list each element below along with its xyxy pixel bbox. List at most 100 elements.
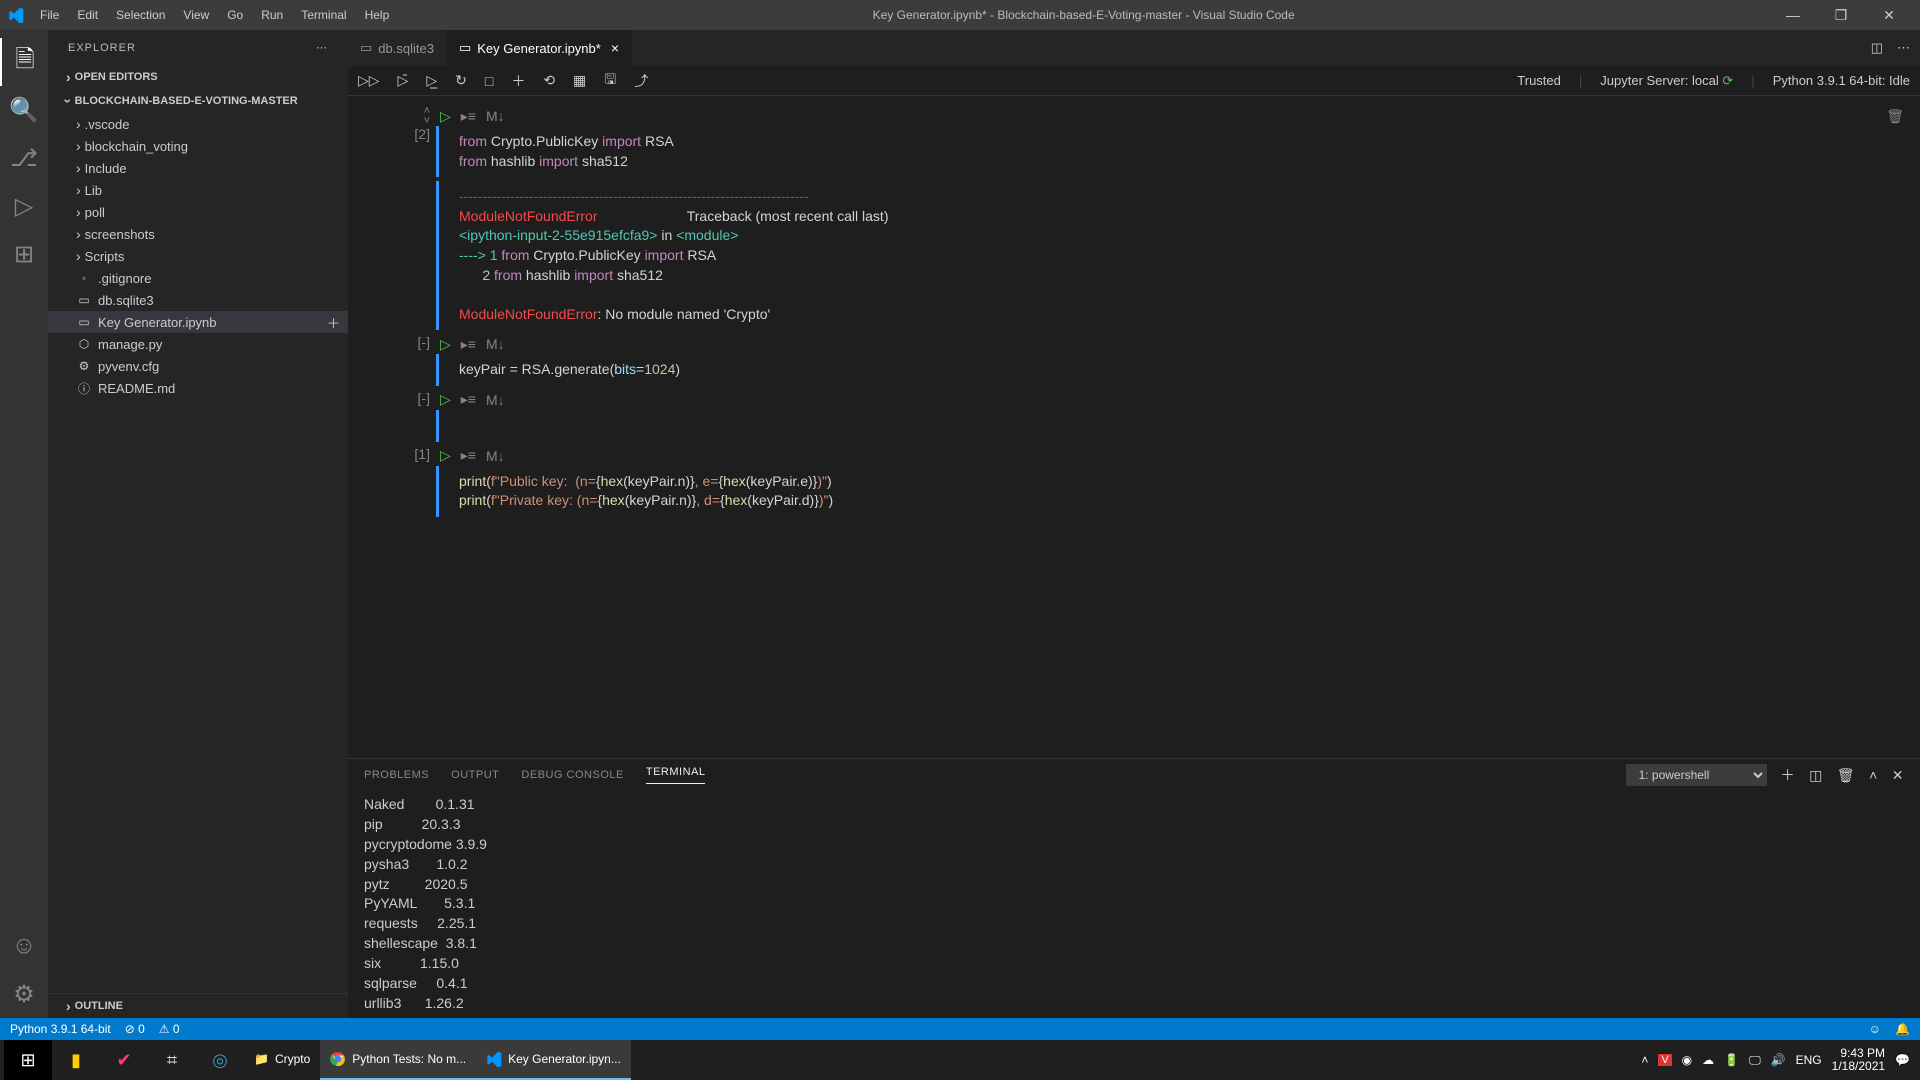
maximize-panel-icon[interactable]: ˄	[1869, 767, 1878, 783]
close-icon[interactable]: ×	[611, 40, 619, 56]
run-cell-icon[interactable]: ▷	[440, 336, 451, 353]
file-item[interactable]: ⚙pyvenv.cfg	[48, 355, 348, 377]
markdown-icon[interactable]: M↓	[486, 392, 505, 408]
activity-debug-icon[interactable]: ▷	[0, 182, 48, 230]
file-item[interactable]: ▭Key Generator.ipynb＋	[48, 311, 348, 333]
folder-item[interactable]: .vscode	[48, 113, 348, 135]
tray-cloud-icon[interactable]: ☁	[1702, 1053, 1714, 1067]
jupyter-server-label[interactable]: Jupyter Server: local ⟳	[1600, 73, 1733, 89]
menu-file[interactable]: File	[32, 4, 67, 26]
clear-outputs-icon[interactable]: ⟲	[543, 72, 555, 89]
variables-icon[interactable]: ▦	[573, 72, 586, 89]
panel-tab-debug[interactable]: DEBUG CONSOLE	[521, 769, 623, 781]
kernel-label[interactable]: Python 3.9.1 64-bit: Idle	[1773, 73, 1910, 88]
menu-go[interactable]: Go	[219, 4, 251, 26]
panel-tab-problems[interactable]: PROBLEMS	[364, 769, 429, 781]
panel-tab-output[interactable]: OUTPUT	[451, 769, 499, 781]
export-icon[interactable]: ⤴	[634, 71, 648, 91]
status-python[interactable]: Python 3.9.1 64-bit	[10, 1022, 111, 1036]
activity-explorer-icon[interactable]: 🗎	[0, 38, 48, 86]
restart-icon[interactable]: ↻	[455, 72, 467, 89]
close-window-button[interactable]: ✕	[1866, 7, 1912, 24]
taskbar-app-crypto[interactable]: 📁 Crypto	[244, 1040, 320, 1080]
tray-lang[interactable]: ENG	[1796, 1053, 1822, 1067]
tray-chevron-icon[interactable]: ˄	[1641, 1053, 1648, 1067]
taskbar-app-vscode[interactable]: Key Generator.ipyn...	[476, 1040, 631, 1080]
menu-view[interactable]: View	[175, 4, 217, 26]
delete-cell-icon[interactable]: 🗑	[1886, 108, 1904, 125]
add-cell-icon[interactable]: ＋	[511, 71, 525, 91]
activity-search-icon[interactable]: 🔍	[0, 86, 48, 134]
section-project[interactable]: BLOCKCHAIN-BASED-E-VOTING-MASTER	[48, 89, 348, 113]
tray-network-icon[interactable]: 🖵	[1749, 1053, 1761, 1068]
folder-item[interactable]: Lib	[48, 179, 348, 201]
taskbar-app-icon[interactable]: ⌗	[148, 1040, 196, 1080]
terminal-output[interactable]: Naked 0.1.31 pip 20.3.3 pycryptodome 3.9…	[348, 791, 1920, 1018]
add-cell-icon[interactable]: ＋	[327, 313, 340, 332]
trusted-label[interactable]: Trusted	[1517, 73, 1561, 88]
status-warnings[interactable]: ⚠ 0	[159, 1022, 180, 1036]
file-item[interactable]: ▭db.sqlite3	[48, 289, 348, 311]
maximize-button[interactable]: ❐	[1818, 7, 1864, 24]
menu-run[interactable]: Run	[253, 4, 291, 26]
new-terminal-icon[interactable]: ＋	[1781, 765, 1796, 785]
menu-help[interactable]: Help	[357, 4, 398, 26]
tray-notifications-icon[interactable]: 💬	[1895, 1053, 1910, 1067]
run-cell-icon[interactable]: ▷	[440, 108, 451, 125]
run-above-icon[interactable]: ▷̄	[398, 72, 409, 89]
folder-item[interactable]: screenshots	[48, 223, 348, 245]
section-outline[interactable]: OUTLINE	[48, 994, 348, 1018]
folder-item[interactable]: poll	[48, 201, 348, 223]
markdown-icon[interactable]: M↓	[486, 448, 505, 464]
interrupt-icon[interactable]: □	[485, 73, 493, 89]
folder-item[interactable]: Include	[48, 157, 348, 179]
file-item[interactable]: ⓘREADME.md	[48, 377, 348, 399]
close-panel-icon[interactable]: ✕	[1892, 767, 1904, 784]
taskbar-app-chrome[interactable]: Python Tests: No m...	[320, 1040, 476, 1080]
taskbar-explorer-icon[interactable]: ▮	[52, 1040, 100, 1080]
sidebar-more-icon[interactable]: ⋯	[316, 41, 328, 54]
more-actions-icon[interactable]: ⋯	[1897, 40, 1910, 56]
panel-tab-terminal[interactable]: TERMINAL	[646, 766, 706, 784]
split-terminal-icon[interactable]: ◫	[1809, 767, 1823, 784]
folder-item[interactable]: blockchain_voting	[48, 135, 348, 157]
save-icon[interactable]: 🖫	[604, 69, 616, 93]
menu-terminal[interactable]: Terminal	[293, 4, 354, 26]
file-item[interactable]: ⬡manage.py	[48, 333, 348, 355]
code-area[interactable]: print(f"Public key: (n={hex(keyPair.n)},…	[436, 466, 1912, 517]
tab-key-generator[interactable]: ▭ Key Generator.ipynb* ×	[447, 30, 632, 66]
code-area[interactable]: from Crypto.PublicKey import RSA from ha…	[436, 126, 1912, 177]
kill-terminal-icon[interactable]: 🗑	[1837, 767, 1855, 784]
split-editor-icon[interactable]: ◫	[1871, 40, 1883, 56]
folder-item[interactable]: Scripts	[48, 245, 348, 267]
run-by-line-icon[interactable]: ▸≡	[461, 391, 476, 408]
status-errors[interactable]: ⊘ 0	[125, 1022, 145, 1036]
activity-account-icon[interactable]: ☺	[0, 922, 48, 970]
menu-selection[interactable]: Selection	[108, 4, 173, 26]
code-area[interactable]	[436, 410, 1912, 442]
tray-battery-icon[interactable]: 🔋	[1724, 1053, 1739, 1067]
file-item[interactable]: ◦.gitignore	[48, 267, 348, 289]
run-cell-icon[interactable]: ▷	[440, 447, 451, 464]
feedback-icon[interactable]: ☺	[1869, 1022, 1881, 1036]
taskbar-edge-icon[interactable]: ◎	[196, 1040, 244, 1080]
taskbar-clock[interactable]: 9:43 PM 1/18/2021	[1832, 1047, 1885, 1073]
tray-volume-icon[interactable]: 🔊	[1771, 1053, 1786, 1067]
markdown-icon[interactable]: M↓	[486, 108, 505, 124]
run-by-line-icon[interactable]: ▸≡	[461, 336, 476, 353]
run-below-icon[interactable]: ▷̲	[426, 72, 437, 89]
tray-icon[interactable]: V	[1658, 1054, 1671, 1066]
notifications-icon[interactable]: 🔔	[1895, 1022, 1910, 1036]
tray-steam-icon[interactable]: ◉	[1682, 1053, 1692, 1067]
start-button[interactable]: ⊞	[4, 1040, 52, 1080]
activity-extensions-icon[interactable]: ⊞	[0, 230, 48, 278]
activity-scm-icon[interactable]: ⎇	[0, 134, 48, 182]
tab-db-sqlite3[interactable]: ▭ db.sqlite3	[348, 30, 447, 66]
minimize-button[interactable]: —	[1770, 7, 1816, 24]
code-area[interactable]: keyPair = RSA.generate(bits=1024)	[436, 354, 1912, 386]
markdown-icon[interactable]: M↓	[486, 336, 505, 352]
run-cell-icon[interactable]: ▷	[440, 391, 451, 408]
run-by-line-icon[interactable]: ▸≡	[461, 108, 476, 125]
activity-settings-icon[interactable]: ⚙	[0, 970, 48, 1018]
menu-edit[interactable]: Edit	[69, 4, 106, 26]
